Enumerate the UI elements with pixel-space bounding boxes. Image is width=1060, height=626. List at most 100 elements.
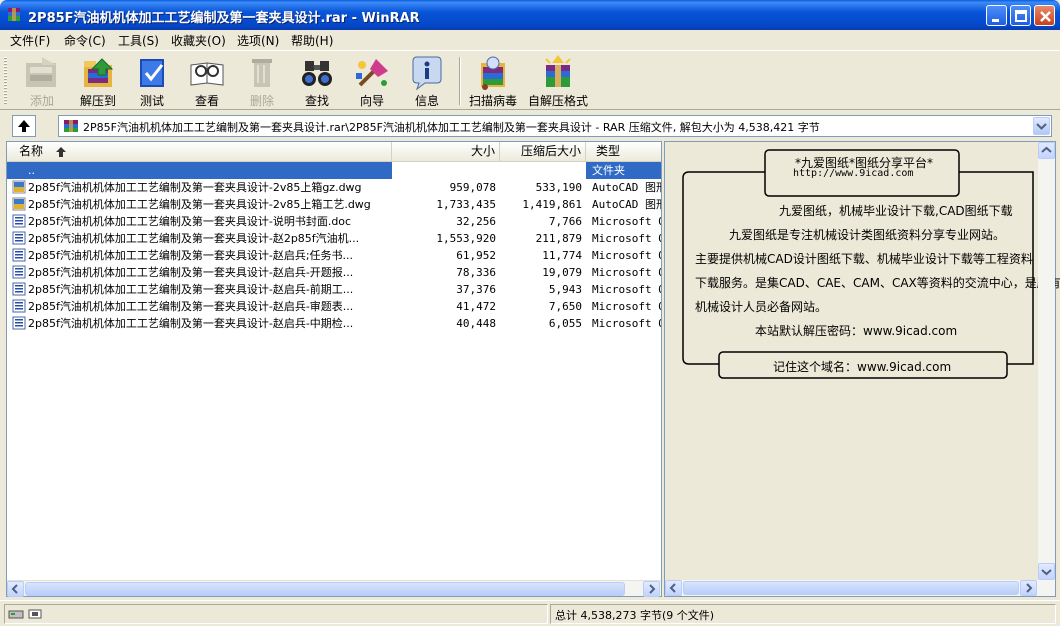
toolbar-separator [459, 57, 461, 105]
chevron-down-icon [1041, 569, 1052, 576]
comment-line-4: 下载服务。是集CAD、CAE、CAM、CAX等资料的交流中心，是所有 [695, 276, 1060, 290]
scroll-left-button[interactable] [7, 581, 24, 597]
file-row[interactable]: 2p85f汽油机机体加工工艺编制及第一套夹具设计-赵启兵;任务书... 61,9… [7, 247, 661, 264]
test-label: 测试 [139, 94, 164, 108]
file-row[interactable]: 2p85f汽油机机体加工工艺编制及第一套夹具设计-赵启兵-中期检... 40,4… [7, 315, 661, 332]
scroll-thumb[interactable] [683, 581, 1019, 595]
chevron-left-icon [11, 584, 18, 594]
file-size: 40,448 [456, 317, 496, 330]
minimize-icon [992, 19, 999, 22]
column-name-header[interactable]: 名称 [7, 142, 392, 161]
maximize-button[interactable] [1010, 5, 1031, 26]
path-dropdown[interactable]: 2P85F汽油机机体加工工艺编制及第一套夹具设计.rar\2P85F汽油机机体加… [58, 115, 1052, 137]
scroll-right-button[interactable] [1020, 580, 1037, 596]
status-summary: 总计 4,538,273 字节(9 个文件) [555, 609, 715, 622]
column-size-label: 大小 [470, 144, 495, 158]
file-name: .. [7, 162, 392, 179]
menu-options[interactable]: 选项(N) [237, 32, 279, 49]
title-bar[interactable]: 2P85F汽油机机体加工工艺编制及第一套夹具设计.rar - WinRAR [0, 0, 1060, 30]
chevron-right-icon [1026, 583, 1033, 593]
file-type: Microsoft Office [592, 300, 661, 313]
scroll-up-button[interactable] [1038, 142, 1055, 159]
menu-favorites[interactable]: 收藏夹(O) [171, 32, 226, 49]
scroll-right-button[interactable] [643, 581, 660, 597]
file-name: 2p85f汽油机机体加工工艺编制及第一套夹具设计-赵启兵-开题报... [28, 266, 354, 279]
toolbar: 添加 解压到 测试 查看 删除 查找 向导 信息 扫描病毒 自解压格式 [0, 50, 1060, 110]
file-packed-size: 211,879 [535, 232, 582, 245]
file-size: 37,376 [456, 283, 496, 296]
menu-file[interactable]: 文件(F) [10, 32, 50, 49]
window-title: 2P85F汽油机机体加工工艺编制及第一套夹具设计.rar - WinRAR [28, 11, 420, 26]
comment-header-url: http://www.9icad.com [793, 168, 914, 179]
file-size: 1,733,435 [436, 198, 496, 211]
info-label: 信息 [414, 94, 439, 108]
file-row[interactable]: 2p85f汽油机机体加工工艺编制及第一套夹具设计-2v85上箱gz.dwg 95… [7, 179, 661, 196]
column-packed-header[interactable]: 压缩后大小 [500, 142, 586, 161]
file-packed-size: 1,419,861 [522, 198, 582, 211]
file-list-horizontal-scrollbar[interactable] [7, 580, 661, 597]
file-row-parent[interactable]: .. 文件夹 [7, 162, 661, 179]
up-folder-button[interactable] [12, 115, 36, 137]
file-packed-size: 7,766 [548, 215, 582, 228]
archive-icon [64, 120, 78, 132]
file-row[interactable]: 2p85f汽油机机体加工工艺编制及第一套夹具设计-2v85上箱工艺.dwg 1,… [7, 196, 661, 213]
file-list-panel: 名称 大小 压缩后大小 类型 .. 文件夹 2p85f汽油机机体加工工艺编制及第 [6, 141, 662, 597]
maximize-icon [1015, 10, 1027, 22]
sort-up-icon [56, 147, 66, 157]
extract-to-icon [84, 58, 114, 87]
file-type: Microsoft Office [592, 317, 661, 330]
file-packed-size: 19,079 [542, 266, 582, 279]
delete-button[interactable]: 删除 [234, 53, 290, 108]
view-button[interactable]: 查看 [179, 53, 235, 108]
extract-to-label: 解压到 [79, 94, 116, 108]
wizard-label: 向导 [359, 94, 384, 108]
comment-line-2: 九爱图纸是专注机械设计类图纸资料分享专业网站。 [729, 228, 1006, 242]
file-size: 78,336 [456, 266, 496, 279]
chevron-right-icon [649, 584, 656, 594]
column-type-header[interactable]: 类型 [586, 142, 661, 161]
scroll-thumb[interactable] [25, 582, 625, 596]
file-row[interactable]: 2p85f汽油机机体加工工艺编制及第一套夹具设计-赵2p85f汽油机... 1,… [7, 230, 661, 247]
minimize-button[interactable] [986, 5, 1007, 26]
file-name: 2p85f汽油机机体加工工艺编制及第一套夹具设计-2v85上箱gz.dwg [28, 181, 362, 194]
comment-password: 本站默认解压密码：www.9icad.com [755, 324, 958, 338]
file-packed-size: 5,943 [548, 283, 582, 296]
view-icon [190, 62, 224, 86]
file-row[interactable]: 2p85f汽油机机体加工工艺编制及第一套夹具设计-说明书封面.doc 32,25… [7, 213, 661, 230]
archive-comment-panel: *九爱图纸*图纸分享平台* http://www.9icad.com 九爱图纸，… [664, 141, 1060, 597]
find-button[interactable]: 查找 [289, 53, 345, 108]
delete-icon [252, 59, 272, 87]
add-button[interactable]: 添加 [14, 53, 70, 108]
test-button[interactable]: 测试 [124, 53, 180, 108]
scroll-down-button[interactable] [1038, 563, 1055, 580]
sfx-label: 自解压格式 [527, 94, 588, 108]
info-icon [412, 56, 442, 91]
file-row[interactable]: 2p85f汽油机机体加工工艺编制及第一套夹具设计-赵启兵-前期工... 37,3… [7, 281, 661, 298]
file-type: Microsoft Office [592, 232, 661, 245]
comment-horizontal-scrollbar[interactable] [665, 580, 1055, 596]
menu-commands[interactable]: 命令(C) [64, 32, 106, 49]
file-row[interactable]: 2p85f汽油机机体加工工艺编制及第一套夹具设计-赵启兵-审题表... 41,4… [7, 298, 661, 315]
sfx-button[interactable]: 自解压格式 [526, 53, 590, 108]
toolbar-grip[interactable] [4, 57, 7, 105]
extract-to-button[interactable]: 解压到 [70, 53, 126, 108]
up-arrow-icon [18, 120, 30, 132]
column-name-label: 名称 [19, 144, 44, 158]
scan-virus-button[interactable]: 扫描病毒 [465, 53, 521, 108]
address-bar: 2P85F汽油机机体加工工艺编制及第一套夹具设计.rar\2P85F汽油机机体加… [0, 112, 1060, 140]
file-packed-size: 533,190 [535, 181, 582, 194]
file-type: 文件夹 [586, 162, 661, 179]
menu-help[interactable]: 帮助(H) [291, 32, 333, 49]
winrar-app-icon[interactable] [6, 7, 22, 23]
wizard-button[interactable]: 向导 [344, 53, 400, 108]
menu-tools[interactable]: 工具(S) [118, 32, 159, 49]
close-button[interactable] [1034, 5, 1055, 26]
view-label: 查看 [194, 94, 219, 108]
comment-vertical-scrollbar[interactable] [1038, 142, 1055, 580]
scroll-left-button[interactable] [665, 580, 682, 596]
path-dropdown-button[interactable] [1033, 117, 1050, 135]
file-row[interactable]: 2p85f汽油机机体加工工艺编制及第一套夹具设计-赵启兵-开题报... 78,3… [7, 264, 661, 281]
info-button[interactable]: 信息 [399, 53, 455, 108]
drive-icon[interactable] [7, 606, 47, 622]
column-size-header[interactable]: 大小 [392, 142, 500, 161]
